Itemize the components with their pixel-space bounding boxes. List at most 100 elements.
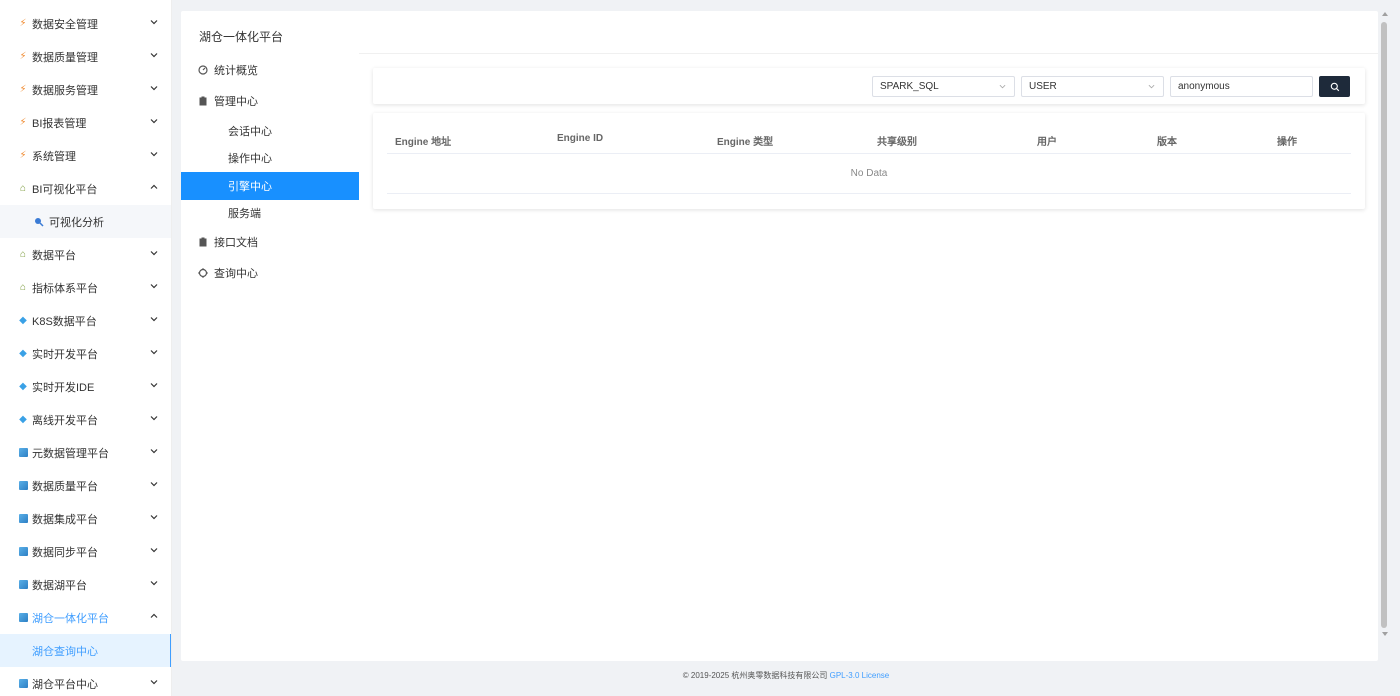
chevron-down-icon bbox=[150, 119, 158, 124]
nav-engine[interactable]: 引擎中心 bbox=[181, 172, 359, 200]
document-icon bbox=[199, 237, 207, 247]
nav-overview[interactable]: 统计概览 bbox=[181, 56, 359, 84]
gem-icon: ◆ bbox=[19, 314, 27, 326]
nav-operation-label: 操作中心 bbox=[228, 153, 272, 165]
chevron-down-icon bbox=[150, 416, 158, 421]
sidebar-subitem-visual-analysis[interactable]: 可视化分析 bbox=[0, 205, 171, 238]
nav-query-label: 查询中心 bbox=[214, 268, 258, 280]
clipboard-icon bbox=[199, 96, 207, 106]
bolt-icon: ⚡ bbox=[19, 17, 27, 29]
nav-session[interactable]: 会话中心 bbox=[181, 117, 359, 145]
gem-icon: ◆ bbox=[19, 413, 27, 425]
sidebar-item[interactable]: ⌂ 数据平台 bbox=[0, 238, 171, 271]
scroll-up-arrow[interactable] bbox=[1382, 12, 1388, 16]
nav-api-doc[interactable]: 接口文档 bbox=[181, 228, 359, 256]
sidebar-subitem-lake-query[interactable]: 湖仓查询中心 bbox=[0, 634, 171, 667]
scrollbar-thumb[interactable] bbox=[1381, 22, 1387, 628]
user-input-value: anonymous bbox=[1178, 81, 1230, 92]
share-level-select[interactable]: USER bbox=[1021, 76, 1164, 97]
sidebar-item-label: 数据质量管理 bbox=[32, 51, 98, 64]
sidebar-item[interactable]: ⚡ BI报表管理 bbox=[0, 106, 171, 139]
chevron-up-icon bbox=[150, 613, 158, 618]
column-header: 版本 bbox=[1157, 137, 1177, 148]
sidebar-item-label: 指标体系平台 bbox=[32, 282, 98, 295]
sidebar-item[interactable]: ◆ 实时开发IDE bbox=[0, 370, 171, 403]
search-icon bbox=[1330, 82, 1339, 91]
engine-type-select[interactable]: SPARK_SQL bbox=[872, 76, 1015, 97]
chevron-down-icon bbox=[150, 680, 158, 685]
sidebar-item[interactable]: ⚡ 数据质量管理 bbox=[0, 40, 171, 73]
search-button[interactable] bbox=[1319, 76, 1350, 97]
sidebar-item[interactable]: 湖仓平台中心 bbox=[0, 667, 171, 696]
column-header: Engine 类型 bbox=[717, 137, 774, 148]
footer: © 2019-2025 杭州奥零数据科技有限公司 GPL-3.0 License bbox=[172, 670, 1400, 681]
sidebar-item-label: 元数据管理平台 bbox=[32, 447, 109, 460]
chevron-down-icon bbox=[150, 53, 158, 58]
bolt-icon: ⚡ bbox=[19, 83, 27, 95]
sidebar-item[interactable]: 数据同步平台 bbox=[0, 535, 171, 568]
chevron-down-icon bbox=[150, 20, 158, 25]
sidebar-item[interactable]: ⚡ 数据服务管理 bbox=[0, 73, 171, 106]
nav-operation[interactable]: 操作中心 bbox=[181, 144, 359, 172]
column-header: 用户 bbox=[1037, 137, 1057, 148]
nav-session-label: 会话中心 bbox=[228, 126, 272, 138]
share-level-value: USER bbox=[1029, 81, 1057, 92]
sidebar-subitem-label: 湖仓查询中心 bbox=[32, 645, 98, 658]
chevron-down-icon bbox=[150, 449, 158, 454]
sidebar-item-label: 湖仓平台中心 bbox=[32, 678, 98, 691]
sidebar-item[interactable]: ◆ 实时开发平台 bbox=[0, 337, 171, 370]
sidebar-subitem-label: 可视化分析 bbox=[49, 216, 104, 229]
cube-icon bbox=[18, 580, 28, 590]
sidebar-item[interactable]: ⚡ 数据安全管理 bbox=[0, 7, 171, 40]
sidebar-item[interactable]: 元数据管理平台 bbox=[0, 436, 171, 469]
sidebar-item-label: 离线开发平台 bbox=[32, 414, 98, 427]
chevron-down-icon bbox=[150, 581, 158, 586]
table-bottom-divider bbox=[387, 193, 1351, 194]
nav-overview-label: 统计概览 bbox=[214, 65, 258, 77]
sidebar-item-label: 湖仓一体化平台 bbox=[32, 612, 109, 625]
chevron-down-icon bbox=[150, 86, 158, 91]
user-input[interactable]: anonymous bbox=[1170, 76, 1313, 97]
sidebar-item-label: 数据集成平台 bbox=[32, 513, 98, 526]
sidebar-item[interactable]: ⌂ BI可视化平台 bbox=[0, 172, 171, 205]
sidebar-item[interactable]: ◆ K8S数据平台 bbox=[0, 304, 171, 337]
gauge-icon bbox=[198, 65, 208, 75]
engine-table: Engine 地址 Engine ID Engine 类型 共享级别 用户 版本… bbox=[373, 113, 1365, 209]
license-link[interactable]: GPL-3.0 License bbox=[830, 671, 890, 680]
chevron-down-icon bbox=[150, 152, 158, 157]
sidebar-item-label: 系统管理 bbox=[32, 150, 76, 163]
cube-icon bbox=[18, 514, 28, 524]
sidebar-item-label: BI报表管理 bbox=[32, 117, 87, 130]
sidebar-item-label: 数据安全管理 bbox=[32, 18, 98, 31]
nav-server[interactable]: 服务端 bbox=[181, 199, 359, 227]
empty-text: No Data bbox=[850, 168, 888, 179]
nav-manage-label: 管理中心 bbox=[214, 96, 258, 108]
sidebar: ⚡ 数据安全管理 ⚡ 数据质量管理 ⚡ 数据服务管理 ⚡ BI报表管理 ⚡ 系统管理 ⌂ BI可视化平… bbox=[0, 0, 172, 696]
sidebar-item-label: BI可视化平台 bbox=[32, 183, 98, 196]
tree-icon: ⌂ bbox=[19, 182, 27, 194]
tree-icon: ⌂ bbox=[19, 248, 27, 260]
page-title: 湖仓一体化平台 bbox=[199, 30, 284, 44]
sidebar-item[interactable]: ⌂ 指标体系平台 bbox=[0, 271, 171, 304]
sidebar-item[interactable]: 数据湖平台 bbox=[0, 568, 171, 601]
sidebar-item[interactable]: 数据质量平台 bbox=[0, 469, 171, 502]
nav-query[interactable]: 查询中心 bbox=[181, 259, 359, 287]
scroll-down-arrow[interactable] bbox=[1382, 632, 1388, 636]
sidebar-item[interactable]: ⚡ 系统管理 bbox=[0, 139, 171, 172]
copyright-text: © 2019-2025 杭州奥零数据科技有限公司 bbox=[682, 671, 828, 680]
cube-icon bbox=[18, 547, 28, 557]
column-header: 共享级别 bbox=[877, 137, 917, 148]
sidebar-item[interactable]: 数据集成平台 bbox=[0, 502, 171, 535]
nav-manage[interactable]: 管理中心 bbox=[181, 87, 359, 115]
sidebar-item[interactable]: 湖仓一体化平台 bbox=[0, 601, 171, 634]
sidebar-item[interactable]: ◆ 离线开发平台 bbox=[0, 403, 171, 436]
column-header: 操作 bbox=[1277, 137, 1297, 148]
chevron-down-icon bbox=[150, 515, 158, 520]
column-header: Engine 地址 bbox=[395, 137, 452, 148]
engine-type-value: SPARK_SQL bbox=[880, 81, 939, 92]
sidebar-item-label: 实时开发平台 bbox=[32, 348, 98, 361]
cube-icon bbox=[18, 481, 28, 491]
filter-bar: SPARK_SQL USER anonymous bbox=[373, 68, 1365, 104]
title-divider bbox=[359, 53, 1378, 54]
cube-icon bbox=[18, 448, 28, 458]
